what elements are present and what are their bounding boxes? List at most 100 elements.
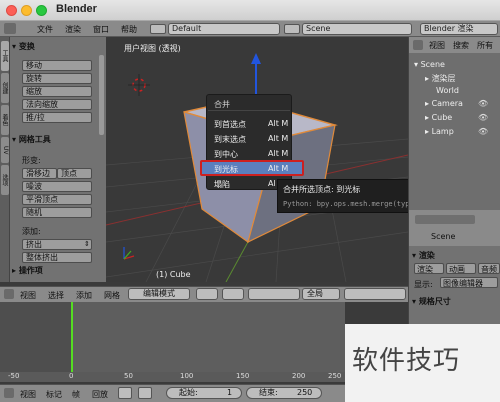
ruler-tick-label: 50 <box>124 372 133 380</box>
merge-at-last-item[interactable]: 到末选点 <box>214 134 246 145</box>
timeline-menu-marker[interactable]: 标记 <box>46 389 62 400</box>
extrude-dropdown-icon[interactable]: ⇕ <box>84 240 90 248</box>
render-panel-header[interactable]: ▾ 渲染 <box>412 250 435 261</box>
end-frame-field[interactable]: 结束: 250 <box>246 387 322 399</box>
outliner-item-label: World <box>436 86 459 95</box>
menu-window[interactable]: 窗口 <box>93 24 109 35</box>
outliner-display-select[interactable]: 所有 <box>477 40 493 51</box>
timeline-menu-playback[interactable]: 回放 <box>92 389 108 400</box>
menu-add[interactable]: 添加 <box>76 290 92 301</box>
menu-view[interactable]: 视图 <box>20 290 36 301</box>
merge-collapse-item[interactable]: 塌陷 <box>214 179 230 190</box>
visibility-eye-icon[interactable]: 👁 <box>478 99 488 108</box>
orientation-select[interactable]: 全局 <box>302 288 340 300</box>
editor-type-icon[interactable] <box>4 23 16 34</box>
menu-mesh[interactable]: 网格 <box>104 290 120 301</box>
timeline-editor-icon[interactable] <box>4 388 14 398</box>
randomize-button[interactable]: 随机 <box>22 207 92 218</box>
smooth-vertex-button[interactable]: 平滑顶点 <box>22 194 92 205</box>
tab-create[interactable]: 创建 <box>1 73 9 103</box>
record-icon[interactable] <box>118 387 132 399</box>
visibility-eye-icon[interactable]: 👁 <box>478 127 488 136</box>
timeline-menu-view[interactable]: 视图 <box>20 389 36 400</box>
scene-field[interactable]: Scene <box>302 23 412 35</box>
manipulator-buttons[interactable] <box>248 288 300 300</box>
tab-shading[interactable]: 着色 <box>1 105 9 135</box>
operator-panel-title: 操作项 <box>18 266 43 275</box>
render-button[interactable]: 渲染 <box>414 263 444 274</box>
outliner-item-lamp[interactable]: ▸ Lamp <box>425 127 454 136</box>
outliner-item-scene[interactable]: ▾ Scene <box>414 60 445 69</box>
outliner-item-world[interactable]: World <box>436 86 459 95</box>
tab-options[interactable]: 选项 <box>1 165 9 195</box>
rotate-button[interactable]: 旋转 <box>22 73 92 84</box>
push-pull-button[interactable]: 推/拉 <box>22 112 92 123</box>
properties-context-tabs[interactable] <box>415 215 475 224</box>
viewport-title: 用户视图 (透视) <box>124 44 181 53</box>
shrink-fatten-button[interactable]: 法向缩放 <box>22 99 92 110</box>
ruler-tick-label: 200 <box>292 372 306 380</box>
dimensions-panel-header[interactable]: ▾ 规格尺寸 <box>412 296 451 307</box>
scene-icon[interactable] <box>284 24 300 34</box>
zoom-window-button[interactable] <box>36 5 47 16</box>
audio-button[interactable]: 音频 <box>478 263 500 274</box>
dimensions-panel-title: 规格尺寸 <box>418 297 451 306</box>
outliner-editor-icon[interactable] <box>413 40 423 50</box>
transform-panel-title: 变换 <box>18 42 35 51</box>
vertex-slide-button[interactable]: 顶点 <box>57 168 92 179</box>
tool-shelf-tabs: 工具 创建 着色 UV 选项 <box>0 37 10 282</box>
extrude-individual-button[interactable]: 整体挤出 <box>22 252 92 263</box>
noise-button[interactable]: 噪波 <box>22 181 92 192</box>
tab-tools[interactable]: 工具 <box>1 41 9 71</box>
outliner-item-renderlayers[interactable]: ▸ 渲染层 <box>425 73 456 84</box>
mesh-tools-panel-header[interactable]: ▾ 网格工具 <box>12 134 51 145</box>
mode-select[interactable]: 编辑模式 <box>128 288 190 300</box>
minimize-window-button[interactable] <box>21 5 32 16</box>
extrude-button[interactable]: 挤出 <box>22 239 92 250</box>
render-engine-select[interactable]: Blender 渲染 <box>420 23 498 35</box>
visibility-eye-icon[interactable]: 👁 <box>478 113 488 122</box>
transform-panel-header[interactable]: ▾ 变换 <box>12 41 35 52</box>
display-select[interactable]: 图像编辑器 <box>440 277 498 288</box>
outliner-item-cube[interactable]: ▸ Cube <box>425 113 452 122</box>
close-window-button[interactable] <box>6 5 17 16</box>
scale-button[interactable]: 缩放 <box>22 86 92 97</box>
operator-panel-header[interactable]: ▸ 操作项 <box>12 265 43 276</box>
menu-select[interactable]: 选择 <box>48 290 64 301</box>
screen-layout-field[interactable]: Default <box>168 23 280 35</box>
tool-shelf-scrollbar[interactable] <box>99 55 104 135</box>
outliner-view-menu[interactable]: 视图 <box>429 40 445 51</box>
merge-at-center-item[interactable]: 到中心 <box>214 149 238 160</box>
animation-button[interactable]: 动画 <box>446 263 476 274</box>
select-mode-buttons[interactable] <box>344 288 406 300</box>
menu-file[interactable]: 文件 <box>37 24 53 35</box>
current-frame-line[interactable] <box>71 302 73 378</box>
move-button[interactable]: 移动 <box>22 60 92 71</box>
merge-at-cursor-item[interactable]: 到光标 <box>214 164 238 175</box>
ruler-tick-label: 150 <box>236 372 250 380</box>
merge-at-first-item[interactable]: 到首选点 <box>214 119 246 130</box>
outliner-search-menu[interactable]: 搜索 <box>453 40 469 51</box>
tab-uv[interactable]: UV <box>1 137 9 163</box>
start-frame-field[interactable]: 起始: 1 <box>166 387 242 399</box>
start-frame-value: 1 <box>227 388 233 397</box>
mesh-tools-panel-title: 网格工具 <box>18 135 51 144</box>
outliner-item-label: Lamp <box>431 127 454 136</box>
pivot-select[interactable] <box>222 288 244 300</box>
outliner-item-camera[interactable]: ▸ Camera <box>425 99 463 108</box>
shading-select[interactable] <box>196 288 218 300</box>
info-header: 文件 渲染 窗口 帮助 Default Scene Blender 渲染 <box>0 21 500 37</box>
keying-set-icon[interactable] <box>138 387 152 399</box>
merge-collapse-shortcut: Al <box>268 179 276 188</box>
menu-render[interactable]: 渲染 <box>65 24 81 35</box>
z-manipulator-head-icon[interactable] <box>251 53 261 64</box>
menu-help[interactable]: 帮助 <box>121 24 137 35</box>
slide-edge-button[interactable]: 滑移边 <box>22 168 57 179</box>
timeline-menu-frame[interactable]: 帧 <box>72 389 80 400</box>
timeline-area[interactable] <box>0 302 345 378</box>
outliner-item-label: 渲染层 <box>431 74 456 83</box>
3d-editor-type-icon[interactable] <box>4 289 14 299</box>
screen-layout-icon[interactable] <box>150 24 166 34</box>
properties-scene-label: Scene <box>431 232 456 241</box>
end-frame-label: 结束: <box>259 388 278 397</box>
